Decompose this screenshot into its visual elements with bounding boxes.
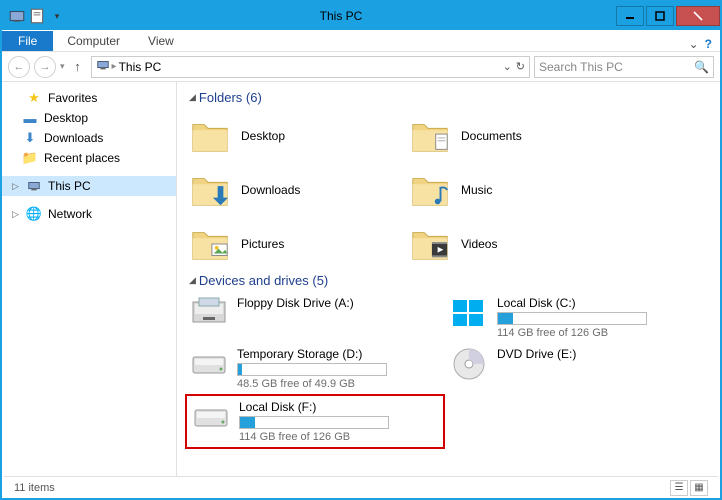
downloads-icon: ⬇ — [22, 130, 38, 146]
drive-name: Floppy Disk Drive (A:) — [237, 296, 441, 310]
status-bar: 11 items ☰ ▦ — [4, 476, 718, 498]
tab-computer[interactable]: Computer — [53, 31, 134, 51]
forward-button[interactable]: → — [34, 56, 56, 78]
ribbon: File Computer View ⌄ ? — [2, 30, 720, 52]
drive-item[interactable]: Floppy Disk Drive (A:) — [185, 292, 445, 343]
search-input[interactable]: Search This PC 🔍 — [534, 56, 714, 78]
nav-desktop[interactable]: ▬Desktop — [2, 108, 176, 128]
folder-music[interactable]: Music — [405, 163, 625, 217]
folder-label: Documents — [461, 129, 522, 143]
free-space-label: 114 GB free of 126 GB — [239, 431, 439, 443]
folder-label: Downloads — [241, 183, 300, 197]
close-button[interactable] — [676, 6, 720, 26]
address-dropdown-icon[interactable]: ⌄ — [503, 60, 512, 73]
view-details-button[interactable]: ☰ — [670, 480, 688, 496]
title-bar: ▾ This PC — [2, 2, 720, 30]
folder-label: Music — [461, 183, 492, 197]
view-icons-button[interactable]: ▦ — [690, 480, 708, 496]
search-icon: 🔍 — [694, 60, 709, 74]
folder-downloads[interactable]: Downloads — [185, 163, 405, 217]
drive-item[interactable]: Temporary Storage (D:) 48.5 GB free of 49… — [185, 343, 445, 394]
capacity-bar — [237, 363, 387, 376]
help-icon[interactable]: ? — [705, 37, 712, 51]
maximize-button[interactable] — [646, 6, 674, 26]
folder-pictures[interactable]: Pictures — [185, 217, 405, 271]
search-placeholder: Search This PC — [539, 60, 623, 74]
folder-icon — [409, 169, 451, 211]
dropdown-icon[interactable]: ▾ — [48, 7, 66, 25]
nav-favorites[interactable]: ★ Favorites — [2, 88, 176, 108]
breadcrumb-location[interactable]: This PC — [119, 60, 162, 74]
address-bar[interactable]: ▸ This PC ⌄ ↻ — [91, 56, 530, 78]
item-count: 11 items — [14, 482, 55, 494]
network-icon: 🌐 — [26, 206, 42, 222]
section-drives-header[interactable]: ◢ Devices and drives (5) — [181, 271, 716, 292]
folder-videos[interactable]: Videos — [405, 217, 625, 271]
folder-desktop[interactable]: Desktop — [185, 109, 405, 163]
nav-favorites-label: Favorites — [48, 91, 97, 105]
capacity-bar — [239, 416, 389, 429]
folder-label: Videos — [461, 237, 497, 251]
folder-label: Desktop — [241, 129, 285, 143]
history-dropdown-icon[interactable]: ▾ — [60, 61, 65, 72]
navigation-pane: ★ Favorites ▬Desktop ⬇Downloads 📁Recent … — [2, 82, 177, 476]
refresh-icon[interactable]: ↻ — [516, 60, 525, 73]
star-icon: ★ — [26, 90, 42, 106]
file-tab[interactable]: File — [2, 31, 53, 51]
nav-network-label: Network — [48, 207, 92, 221]
drive-icon — [449, 296, 489, 330]
system-icon[interactable] — [8, 7, 26, 25]
pc-icon — [26, 178, 42, 194]
drive-icon — [449, 347, 489, 381]
section-folders-header[interactable]: ◢ Folders (6) — [181, 88, 716, 109]
free-space-label: 114 GB free of 126 GB — [497, 327, 701, 339]
location-pc-icon — [96, 58, 110, 75]
drive-name: Temporary Storage (D:) — [237, 347, 441, 361]
minimize-button[interactable] — [616, 6, 644, 26]
nav-this-pc[interactable]: ▷ This PC — [2, 176, 176, 196]
folder-icon — [189, 169, 231, 211]
folder-icon — [409, 115, 451, 157]
drive-name: Local Disk (F:) — [239, 400, 439, 414]
drive-item[interactable]: DVD Drive (E:) — [445, 343, 705, 394]
caret-down-icon: ◢ — [189, 275, 196, 286]
folder-icon — [189, 223, 231, 265]
folder-documents[interactable]: Documents — [405, 109, 625, 163]
recent-icon: 📁 — [22, 150, 38, 166]
window-title: This PC — [66, 9, 616, 23]
breadcrumb-sep-icon: ▸ — [112, 61, 117, 72]
folder-icon — [409, 223, 451, 265]
ribbon-expand-icon[interactable]: ⌄ — [689, 37, 699, 51]
drive-name: Local Disk (C:) — [497, 296, 701, 310]
capacity-bar — [497, 312, 647, 325]
drive-icon — [189, 296, 229, 330]
folder-label: Pictures — [241, 237, 284, 251]
properties-icon[interactable] — [28, 7, 46, 25]
free-space-label: 48.5 GB free of 49.9 GB — [237, 378, 441, 390]
expand-icon: ▷ — [12, 209, 20, 220]
address-row: ← → ▾ ↑ ▸ This PC ⌄ ↻ Search This PC 🔍 — [2, 52, 720, 82]
content-pane: ◢ Folders (6) Desktop Documents Downloads M… — [177, 82, 720, 476]
nav-recent[interactable]: 📁Recent places — [2, 148, 176, 168]
folder-icon — [189, 115, 231, 157]
tab-view[interactable]: View — [134, 31, 188, 51]
up-button[interactable]: ↑ — [69, 58, 87, 76]
drive-icon — [191, 400, 231, 434]
nav-downloads[interactable]: ⬇Downloads — [2, 128, 176, 148]
desktop-icon: ▬ — [22, 110, 38, 126]
drive-name: DVD Drive (E:) — [497, 347, 701, 361]
back-button[interactable]: ← — [8, 56, 30, 78]
drive-item[interactable]: Local Disk (C:) 114 GB free of 126 GB — [445, 292, 705, 343]
nav-network[interactable]: ▷ 🌐 Network — [2, 204, 176, 224]
quick-access-toolbar: ▾ — [8, 7, 66, 25]
caret-down-icon: ◢ — [189, 92, 196, 103]
drive-item[interactable]: Local Disk (F:) 114 GB free of 126 GB — [185, 394, 445, 449]
drive-icon — [189, 347, 229, 381]
nav-this-pc-label: This PC — [48, 179, 91, 193]
window-controls — [616, 6, 720, 26]
expand-icon: ▷ — [12, 181, 20, 192]
